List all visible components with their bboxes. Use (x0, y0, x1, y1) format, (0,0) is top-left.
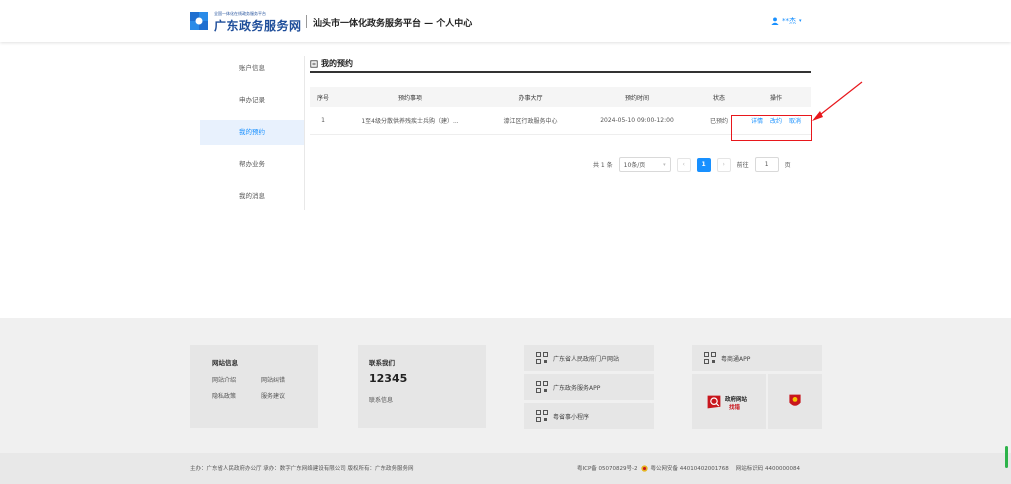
qr-link-label: 广东政务服务APP (553, 384, 601, 392)
cell-item: 1至4级分散供养残疾士兵购（建）... (361, 118, 459, 125)
site-correction-link[interactable]: 网站纠错 (261, 375, 285, 384)
chevron-down-icon: ▾ (799, 18, 802, 24)
qr-link-label: 粤商通APP (721, 355, 751, 363)
col-header-time: 预约时间 (624, 94, 649, 102)
document-icon (310, 59, 318, 68)
qr-code-icon (536, 381, 548, 393)
user-name: **杰 (782, 17, 796, 25)
brand-name[interactable]: 广东政务服务网 (214, 17, 302, 34)
gov-site-label: 政府网站 (725, 397, 748, 403)
registration-info: 粤ICP备 05070829号-2 粤公网安备 44010402001768 网… (577, 464, 800, 472)
qr-link-gd-gov[interactable]: 广东省人民政府门户网站 (524, 345, 654, 371)
cell-index: 1 (321, 117, 325, 124)
page-unit-label: 页 (784, 162, 791, 169)
user-menu[interactable]: **杰 ▾ (771, 16, 802, 26)
user-icon (771, 17, 779, 25)
col-header-status: 状态 (712, 94, 725, 102)
goto-label: 前往 (736, 162, 749, 169)
qr-link-mini-program[interactable]: 粤省事小程序 (524, 403, 654, 429)
guangdong-logo-icon[interactable] (188, 10, 210, 32)
sidebar-item-my-appointments[interactable]: 我的预约 (200, 120, 304, 145)
contact-box: 联系我们 12345 联系信息 (358, 345, 486, 428)
sidebar-item-my-messages[interactable]: 我的消息 (200, 184, 304, 209)
party-emblem-icon (789, 394, 801, 406)
sidebar-item-account-info[interactable]: 账户信息 (200, 56, 304, 81)
table-header: 序号 预约事项 办事大厅 预约时间 状态 操作 (310, 87, 811, 107)
goto-page-input[interactable] (754, 157, 779, 172)
pagination: 共 1 条 10条/页 ▾ ‹ 1 › 前往 页 (593, 157, 791, 172)
annotation-arrow-icon (812, 81, 863, 121)
col-header-index: 序号 (316, 94, 329, 102)
qr-code-icon (536, 410, 548, 422)
site-intro-link[interactable]: 网站介绍 (212, 375, 236, 384)
page-number-current[interactable]: 1 (696, 157, 711, 172)
qr-link-label: 广东省人民政府门户网站 (553, 355, 620, 363)
qr-link-label: 粤省事小程序 (553, 413, 590, 421)
find-error-label: 找错 (729, 405, 741, 411)
prev-page-button[interactable]: ‹ (676, 157, 691, 172)
site-info-title: 网站信息 (212, 359, 238, 367)
scrollbar[interactable] (1005, 446, 1008, 468)
service-suggestion-link[interactable]: 服务建议 (261, 391, 285, 400)
col-header-item: 预约事项 (397, 94, 422, 102)
page-title: 汕头市一体化政务服务平台 — 个人中心 (313, 19, 473, 29)
police-badge-icon (640, 464, 648, 472)
sidebar-item-application-records[interactable]: 申办记录 (200, 88, 304, 113)
sponsor-info: 主办：广东省人民政府办公厅 承办：数字广东网络建设有限公司 版权所有：广东政务服… (190, 466, 414, 472)
section-header: 我的预约 (310, 56, 811, 73)
col-header-actions: 操作 (769, 94, 782, 102)
sidebar-item-assisted-services[interactable]: 帮办业务 (200, 152, 304, 177)
top-header: 全国一体化在线政务服务平台 广东政务服务网 汕头市一体化政务服务平台 — 个人中… (0, 0, 1011, 42)
gov-site-error-badge[interactable]: 政府网站 找错 (692, 374, 766, 429)
pagination-total: 共 1 条 (593, 162, 613, 169)
gov-website-badge-icon (707, 395, 721, 409)
police-record-number[interactable]: 粤公网安备 44010402001768 (651, 464, 729, 472)
qr-code-icon (704, 352, 716, 364)
chevron-down-icon: ▾ (663, 161, 666, 168)
cell-time: 2024-05-10 09:00-12:00 (600, 117, 674, 124)
cell-hall: 濠江区行政服务中心 (503, 118, 558, 125)
sidebar: 账户信息 申办记录 我的预约 帮办业务 我的消息 (200, 56, 305, 210)
actions-highlight-box (731, 115, 812, 141)
footer-bottom-bar: 主办：广东省人民政府办公厅 承办：数字广东网络建设有限公司 版权所有：广东政务服… (0, 453, 1011, 484)
hotline-number: 12345 (369, 372, 408, 385)
section-title: 我的预约 (321, 59, 353, 68)
contact-info-link[interactable]: 联系信息 (369, 395, 393, 404)
party-gov-badge[interactable] (768, 374, 822, 429)
privacy-policy-link[interactable]: 隐私政策 (212, 391, 236, 400)
qr-code-icon (536, 352, 548, 364)
contact-title: 联系我们 (369, 359, 395, 367)
site-info-box: 网站信息 网站介绍 网站纠错 隐私政策 服务建议 (190, 345, 318, 428)
page-size-select[interactable]: 10条/页 ▾ (618, 157, 671, 172)
header-divider (306, 15, 307, 28)
qr-link-yueshangtong[interactable]: 粤商通APP (692, 345, 822, 371)
footer: 网站信息 网站介绍 网站纠错 隐私政策 服务建议 联系我们 12345 联系信息… (0, 318, 1011, 484)
icp-number[interactable]: 粤ICP备 05070829号-2 (577, 464, 638, 472)
col-header-hall: 办事大厅 (518, 94, 543, 102)
page-size-value: 10条/页 (623, 162, 646, 169)
site-identifier: 网站标识码 4400000084 (735, 466, 801, 472)
qr-link-gd-app[interactable]: 广东政务服务APP (524, 374, 654, 400)
next-page-button[interactable]: › (716, 157, 731, 172)
